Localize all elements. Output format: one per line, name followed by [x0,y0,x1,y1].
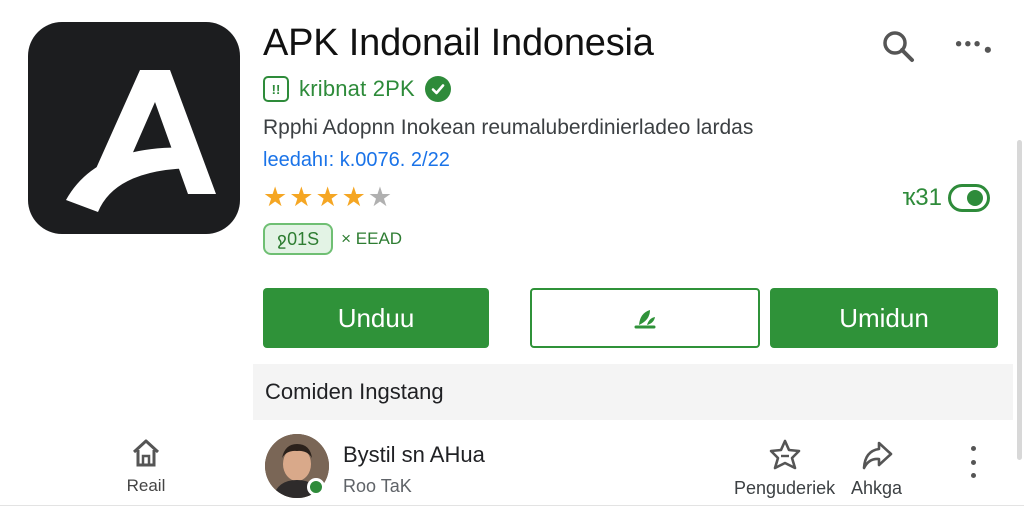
star-icon: ★ [315,182,340,212]
stat-toggle-group: ҡ31 [902,184,990,212]
developer-badge-icon: !! [263,76,289,102]
age-chip[interactable]: ջ01S [263,223,334,255]
more-vertical-icon[interactable] [962,446,984,478]
share-label: Ahkga [851,478,903,498]
rating-stars: ★ ★ ★ ★ ★ [263,183,392,211]
bookmark-icon [769,439,800,470]
share-icon [862,441,892,470]
section-title: Comiden Ingstang [265,379,444,404]
star-icon: ★ [263,182,288,212]
chip-label: ջ01S [277,228,320,249]
developer-row[interactable]: !! kribnat 2PK [263,76,451,102]
share-action[interactable]: Ahkga [851,438,902,499]
nav-home-label: Reail [126,476,166,495]
home-icon [132,439,160,467]
star-icon: ★ [289,182,314,212]
online-status-icon [307,478,325,496]
bottom-bar: Reail Bystil sn AHua Roo TaK Penguderiek… [0,424,1024,512]
divider [0,505,1024,506]
chip-extra-text: × EEAD [341,229,403,248]
star-half-icon: ★ [367,182,393,212]
toggle-switch[interactable] [948,184,990,212]
star-icon: ★ [341,182,366,212]
search-icon[interactable] [878,26,918,66]
app-title: APK Indonail Indonesia [263,22,654,64]
chip-row: ջ01S × EEAD [263,223,402,255]
stat-value: ҡ31 [902,184,942,211]
install-button[interactable]: Umidun [770,288,998,348]
app-meta-link[interactable]: leedahı: k.0076. 2/22 [263,149,450,172]
user-name[interactable]: Bystil sn AHua [343,442,485,468]
app-description: Rpphi Adopnn Inokean reumaluberdinierlad… [263,116,754,139]
nav-home[interactable]: Reail [118,436,174,496]
download-button[interactable]: Unduu [263,288,489,348]
user-subtitle: Roo TaK [343,476,412,496]
top-toolbar [878,26,994,66]
more-options-icon[interactable] [954,26,994,66]
section-header: Comiden Ingstang [253,364,1013,420]
developer-name[interactable]: kribnat 2PK [299,76,415,102]
bookmark-label: Penguderiek [734,478,836,498]
wishlist-button[interactable] [530,288,760,348]
verified-check-icon [424,76,451,102]
leaf-icon [634,310,656,329]
scrollbar[interactable] [1017,140,1022,460]
app-logo-icon [28,22,240,234]
bookmark-action[interactable]: Penguderiek [734,438,835,499]
